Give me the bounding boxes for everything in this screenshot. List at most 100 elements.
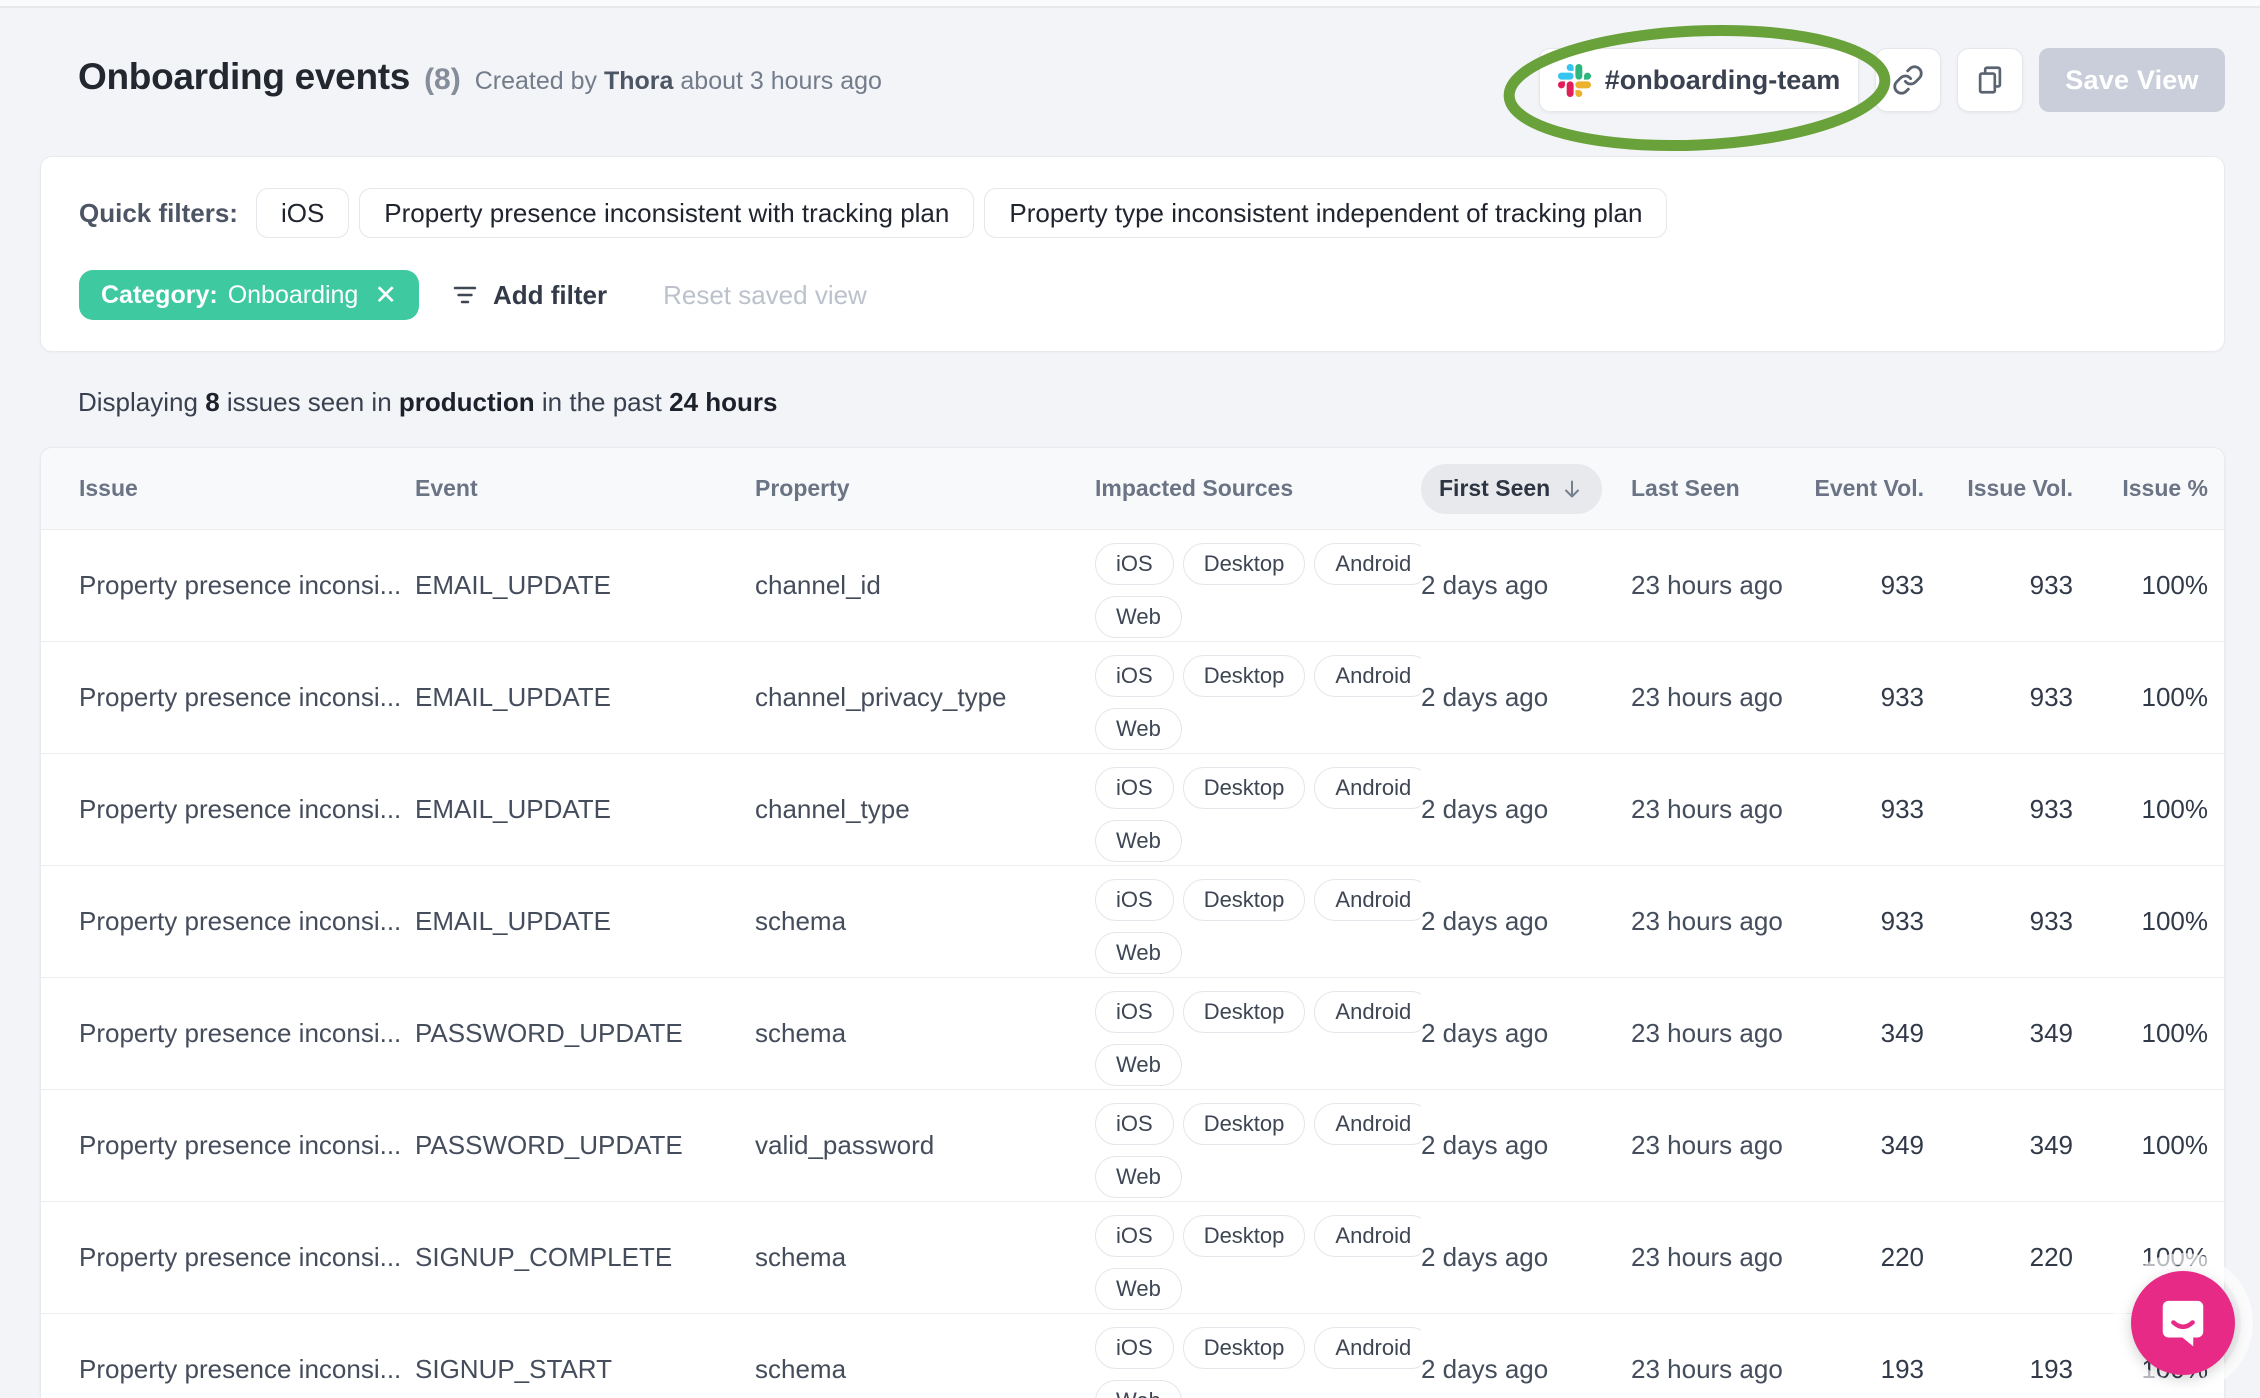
chat-launcher-button[interactable] [2131, 1271, 2235, 1375]
page-title: Onboarding events [78, 56, 411, 97]
source-pill: iOS [1095, 991, 1174, 1033]
filters-panel: Quick filters: iOS Property presence inco… [40, 156, 2225, 352]
issue-vol-cell: 933 [2029, 794, 2073, 824]
property-cell: valid_password [755, 1130, 935, 1160]
source-pill: Desktop [1182, 879, 1306, 921]
results-summary: Displaying 8 issues seen in production i… [78, 387, 777, 418]
issue-pct-cell: 100% [2141, 682, 2209, 712]
event-vol-cell: 933 [1880, 570, 1924, 600]
column-header-issue-pct[interactable]: Issue % [2073, 475, 2208, 502]
source-pill: Web [1095, 708, 1182, 750]
source-pill: Android [1314, 879, 1421, 921]
add-filter-button[interactable]: Add filter [451, 280, 607, 311]
summary-count: 8 [205, 387, 220, 417]
active-filter-chip[interactable]: Category: Onboarding ✕ [79, 270, 419, 320]
event-cell: EMAIL_UPDATE [415, 794, 612, 824]
source-pill: Desktop [1182, 655, 1306, 697]
impacted-sources-cell: iOSDesktopAndroid Web [1095, 866, 1421, 974]
first-seen-cell: 2 days ago [1421, 906, 1549, 936]
table-row[interactable]: Property presence inconsi... EMAIL_UPDAT… [41, 754, 2224, 866]
active-filters-row: Category: Onboarding ✕ Add filter Reset … [79, 270, 2186, 320]
source-pill: Web [1095, 932, 1182, 974]
quick-filter-button[interactable]: Property presence inconsistent with trac… [359, 188, 975, 238]
first-seen-cell: 2 days ago [1421, 1130, 1549, 1160]
table-row[interactable]: Property presence inconsi... PASSWORD_UP… [41, 1090, 2224, 1202]
arrow-down-icon [1560, 477, 1584, 501]
impacted-sources-cell: iOSDesktopAndroid Web [1095, 530, 1421, 638]
impacted-sources-cell: iOSDesktopAndroid Web [1095, 1090, 1421, 1198]
source-pill: Android [1314, 767, 1421, 809]
issue-vol-cell: 193 [2029, 1354, 2073, 1384]
source-pill: Web [1095, 1044, 1182, 1086]
reset-saved-view-button[interactable]: Reset saved view [663, 280, 867, 311]
copy-link-button[interactable] [1875, 48, 1941, 112]
filter-chip-label: Category: [101, 280, 218, 309]
last-seen-cell: 23 hours ago [1631, 1354, 1783, 1384]
column-header-first-seen-sorted[interactable]: First Seen [1421, 463, 1603, 514]
column-header-property[interactable]: Property [755, 475, 1095, 502]
quick-filter-button[interactable]: iOS [255, 188, 350, 238]
author-name: Thora [603, 67, 674, 95]
remove-filter-icon[interactable]: ✕ [374, 281, 397, 309]
table-row[interactable]: Property presence inconsi... SIGNUP_STAR… [41, 1314, 2224, 1398]
source-pill: iOS [1095, 1327, 1174, 1369]
column-header-impacted-sources[interactable]: Impacted Sources [1095, 475, 1421, 502]
column-header-issue[interactable]: Issue [79, 475, 415, 502]
save-view-button[interactable]: Save View [2039, 48, 2225, 112]
issue-vol-cell: 933 [2029, 570, 2073, 600]
property-cell: channel_type [755, 794, 910, 824]
summary-text: in the past [541, 387, 662, 417]
event-vol-cell: 933 [1880, 906, 1924, 936]
event-vol-cell: 193 [1880, 1354, 1924, 1384]
property-cell: schema [755, 1354, 847, 1384]
source-pill: Desktop [1182, 1215, 1306, 1257]
sources-line-2: Web [1095, 1156, 1421, 1198]
issue-pct-cell: 100% [2141, 1130, 2209, 1160]
issue-cell: Property presence inconsi... [79, 906, 402, 936]
table-row[interactable]: Property presence inconsi... EMAIL_UPDAT… [41, 866, 2224, 978]
slack-channel-button[interactable]: #onboarding-team [1539, 48, 1859, 112]
quick-filters-row: Quick filters: iOS Property presence inco… [79, 188, 2186, 238]
sources-line-2: Web [1095, 932, 1421, 974]
chat-bubble-smile-icon [2156, 1295, 2210, 1351]
duplicate-view-button[interactable] [1957, 48, 2023, 112]
source-pill: iOS [1095, 1103, 1174, 1145]
sources-line-1: iOS Desktop Android [1095, 543, 1421, 585]
source-pill: iOS [1095, 655, 1174, 697]
first-seen-cell: 2 days ago [1421, 1242, 1549, 1272]
table-row[interactable]: Property presence inconsi... EMAIL_UPDAT… [41, 530, 2224, 642]
source-pill: Web [1095, 820, 1182, 862]
property-cell: schema [755, 1242, 847, 1272]
source-pill: Desktop [1182, 991, 1306, 1033]
table-row[interactable]: Property presence inconsi... SIGNUP_COMP… [41, 1202, 2224, 1314]
issue-cell: Property presence inconsi... [79, 1018, 402, 1048]
sources-line-1: iOS Desktop Android [1095, 1327, 1421, 1369]
column-header-issue-vol[interactable]: Issue Vol. [1924, 475, 2073, 502]
quick-filter-button[interactable]: Property type inconsistent independent o… [984, 188, 1668, 238]
source-pill: Android [1314, 655, 1421, 697]
source-pill: Android [1314, 543, 1421, 585]
source-pill: Android [1314, 1327, 1421, 1369]
summary-text: issues seen in [226, 387, 392, 417]
sources-line-2: Web [1095, 1380, 1421, 1398]
issue-cell: Property presence inconsi... [79, 1130, 402, 1160]
table-body: Property presence inconsi... EMAIL_UPDAT… [41, 530, 2224, 1398]
column-header-event[interactable]: Event [415, 475, 755, 502]
last-seen-cell: 23 hours ago [1631, 570, 1783, 600]
column-header-event-vol[interactable]: Event Vol. [1791, 475, 1925, 502]
table-row[interactable]: Property presence inconsi... EMAIL_UPDAT… [41, 642, 2224, 754]
column-header-last-seen[interactable]: Last Seen [1631, 475, 1791, 502]
sorted-column-label: First Seen [1439, 475, 1551, 501]
event-cell: PASSWORD_UPDATE [415, 1130, 683, 1160]
issue-cell: Property presence inconsi... [79, 794, 402, 824]
sources-line-2: Web [1095, 820, 1421, 862]
property-cell: schema [755, 906, 847, 936]
source-pill: Desktop [1182, 1103, 1306, 1145]
source-pill: iOS [1095, 879, 1174, 921]
source-pill: iOS [1095, 767, 1174, 809]
duplicate-icon [1974, 64, 2006, 96]
table-row[interactable]: Property presence inconsi... PASSWORD_UP… [41, 978, 2224, 1090]
event-cell: EMAIL_UPDATE [415, 682, 612, 712]
event-cell: SIGNUP_START [415, 1354, 612, 1384]
filter-lines-icon [451, 281, 479, 309]
